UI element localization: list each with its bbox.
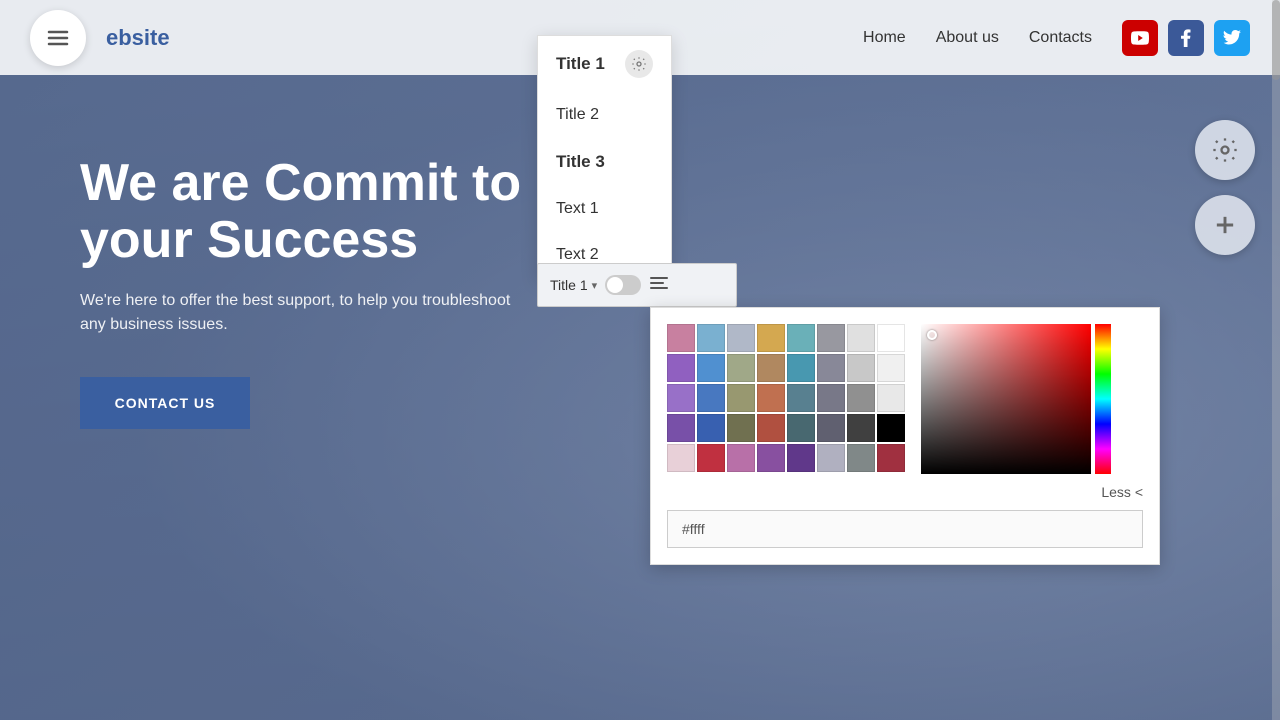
color-swatch[interactable]	[817, 384, 845, 412]
chevron-down-icon: ▾	[592, 279, 598, 292]
toolbar-selected-label: Title 1	[550, 277, 588, 293]
color-swatch[interactable]	[787, 354, 815, 382]
gradient-cursor[interactable]	[927, 330, 937, 340]
color-swatch[interactable]	[697, 414, 725, 442]
color-swatch[interactable]	[757, 324, 785, 352]
gradient-main[interactable]	[921, 324, 1091, 474]
settings-circle-icon[interactable]	[625, 50, 653, 78]
dropdown-item-title1[interactable]: Title 1	[538, 36, 671, 92]
color-swatch[interactable]	[817, 354, 845, 382]
color-swatch[interactable]	[727, 324, 755, 352]
color-swatch[interactable]	[847, 444, 875, 472]
color-swatch[interactable]	[697, 354, 725, 382]
color-swatch[interactable]	[847, 414, 875, 442]
scrollbar-track[interactable]	[1272, 0, 1280, 720]
color-swatch[interactable]	[727, 444, 755, 472]
color-swatch[interactable]	[697, 324, 725, 352]
social-icons	[1122, 20, 1250, 56]
color-pickers-row	[667, 324, 1143, 474]
gradient-hue[interactable]	[1095, 324, 1111, 474]
color-swatch[interactable]	[817, 324, 845, 352]
youtube-icon[interactable]	[1122, 20, 1158, 56]
color-swatch[interactable]	[787, 444, 815, 472]
color-swatch[interactable]	[727, 384, 755, 412]
hex-color-input[interactable]	[667, 510, 1143, 548]
color-swatch[interactable]	[697, 444, 725, 472]
twitter-icon[interactable]	[1214, 20, 1250, 56]
nav-contacts[interactable]: Contacts	[1029, 29, 1092, 47]
dropdown-label-title1: Title 1	[556, 54, 605, 74]
color-swatch[interactable]	[667, 414, 695, 442]
dropdown-label-text2: Text 2	[556, 246, 599, 264]
color-swatch[interactable]	[877, 354, 905, 382]
color-swatch[interactable]	[757, 414, 785, 442]
color-swatch[interactable]	[667, 324, 695, 352]
dropdown-item-text1[interactable]: Text 1	[538, 186, 671, 232]
color-swatch[interactable]	[757, 444, 785, 472]
less-button[interactable]: Less <	[1101, 484, 1143, 500]
dropdown-label-title3: Title 3	[556, 152, 605, 172]
color-swatch[interactable]	[877, 444, 905, 472]
settings-float-button[interactable]	[1195, 120, 1255, 180]
nav-about[interactable]: About us	[936, 29, 999, 47]
facebook-icon[interactable]	[1168, 20, 1204, 56]
color-swatch[interactable]	[847, 354, 875, 382]
hamburger-button[interactable]	[30, 10, 86, 66]
color-swatch[interactable]	[787, 414, 815, 442]
color-swatch[interactable]	[667, 354, 695, 382]
add-float-button[interactable]	[1195, 195, 1255, 255]
less-row: Less <	[667, 484, 1143, 500]
color-swatch[interactable]	[697, 384, 725, 412]
navbar-left: ebsite	[30, 10, 170, 66]
color-swatch[interactable]	[727, 354, 755, 382]
dropdown-item-title2[interactable]: Title 2	[538, 92, 671, 138]
color-swatch[interactable]	[877, 384, 905, 412]
hero-subtitle: We're here to offer the best support, to…	[80, 289, 530, 337]
color-swatch[interactable]	[727, 414, 755, 442]
color-swatch[interactable]	[877, 414, 905, 442]
color-swatch[interactable]	[817, 414, 845, 442]
color-swatch[interactable]	[667, 444, 695, 472]
dropdown-menu: Title 1 Title 2 Title 3 Text 1 Text 2	[537, 35, 672, 279]
scrollbar-thumb[interactable]	[1272, 0, 1280, 80]
color-swatch[interactable]	[667, 384, 695, 412]
site-title: ebsite	[106, 25, 170, 51]
nav-home[interactable]: Home	[863, 29, 906, 47]
color-swatch[interactable]	[787, 384, 815, 412]
dropdown-label-text1: Text 1	[556, 200, 599, 218]
navbar-right: Home About us Contacts	[863, 20, 1250, 56]
gradient-picker[interactable]	[921, 324, 1111, 474]
floating-buttons	[1195, 120, 1255, 255]
color-swatch[interactable]	[757, 384, 785, 412]
color-swatch[interactable]	[877, 324, 905, 352]
color-swatch[interactable]	[787, 324, 815, 352]
color-swatch[interactable]	[817, 444, 845, 472]
color-swatch[interactable]	[847, 324, 875, 352]
toolbar-toggle[interactable]	[605, 275, 641, 295]
color-swatch[interactable]	[847, 384, 875, 412]
color-picker-panel: Less <	[650, 307, 1160, 565]
contact-button[interactable]: CONTACT US	[80, 377, 250, 429]
dropdown-item-title3[interactable]: Title 3	[538, 138, 671, 186]
toolbar-bar: Title 1 ▾	[537, 263, 737, 307]
toolbar-style-select[interactable]: Title 1 ▾	[550, 277, 597, 293]
color-swatches-grid	[667, 324, 905, 474]
color-swatch[interactable]	[757, 354, 785, 382]
dropdown-label-title2: Title 2	[556, 106, 599, 124]
align-icon[interactable]	[649, 275, 669, 296]
